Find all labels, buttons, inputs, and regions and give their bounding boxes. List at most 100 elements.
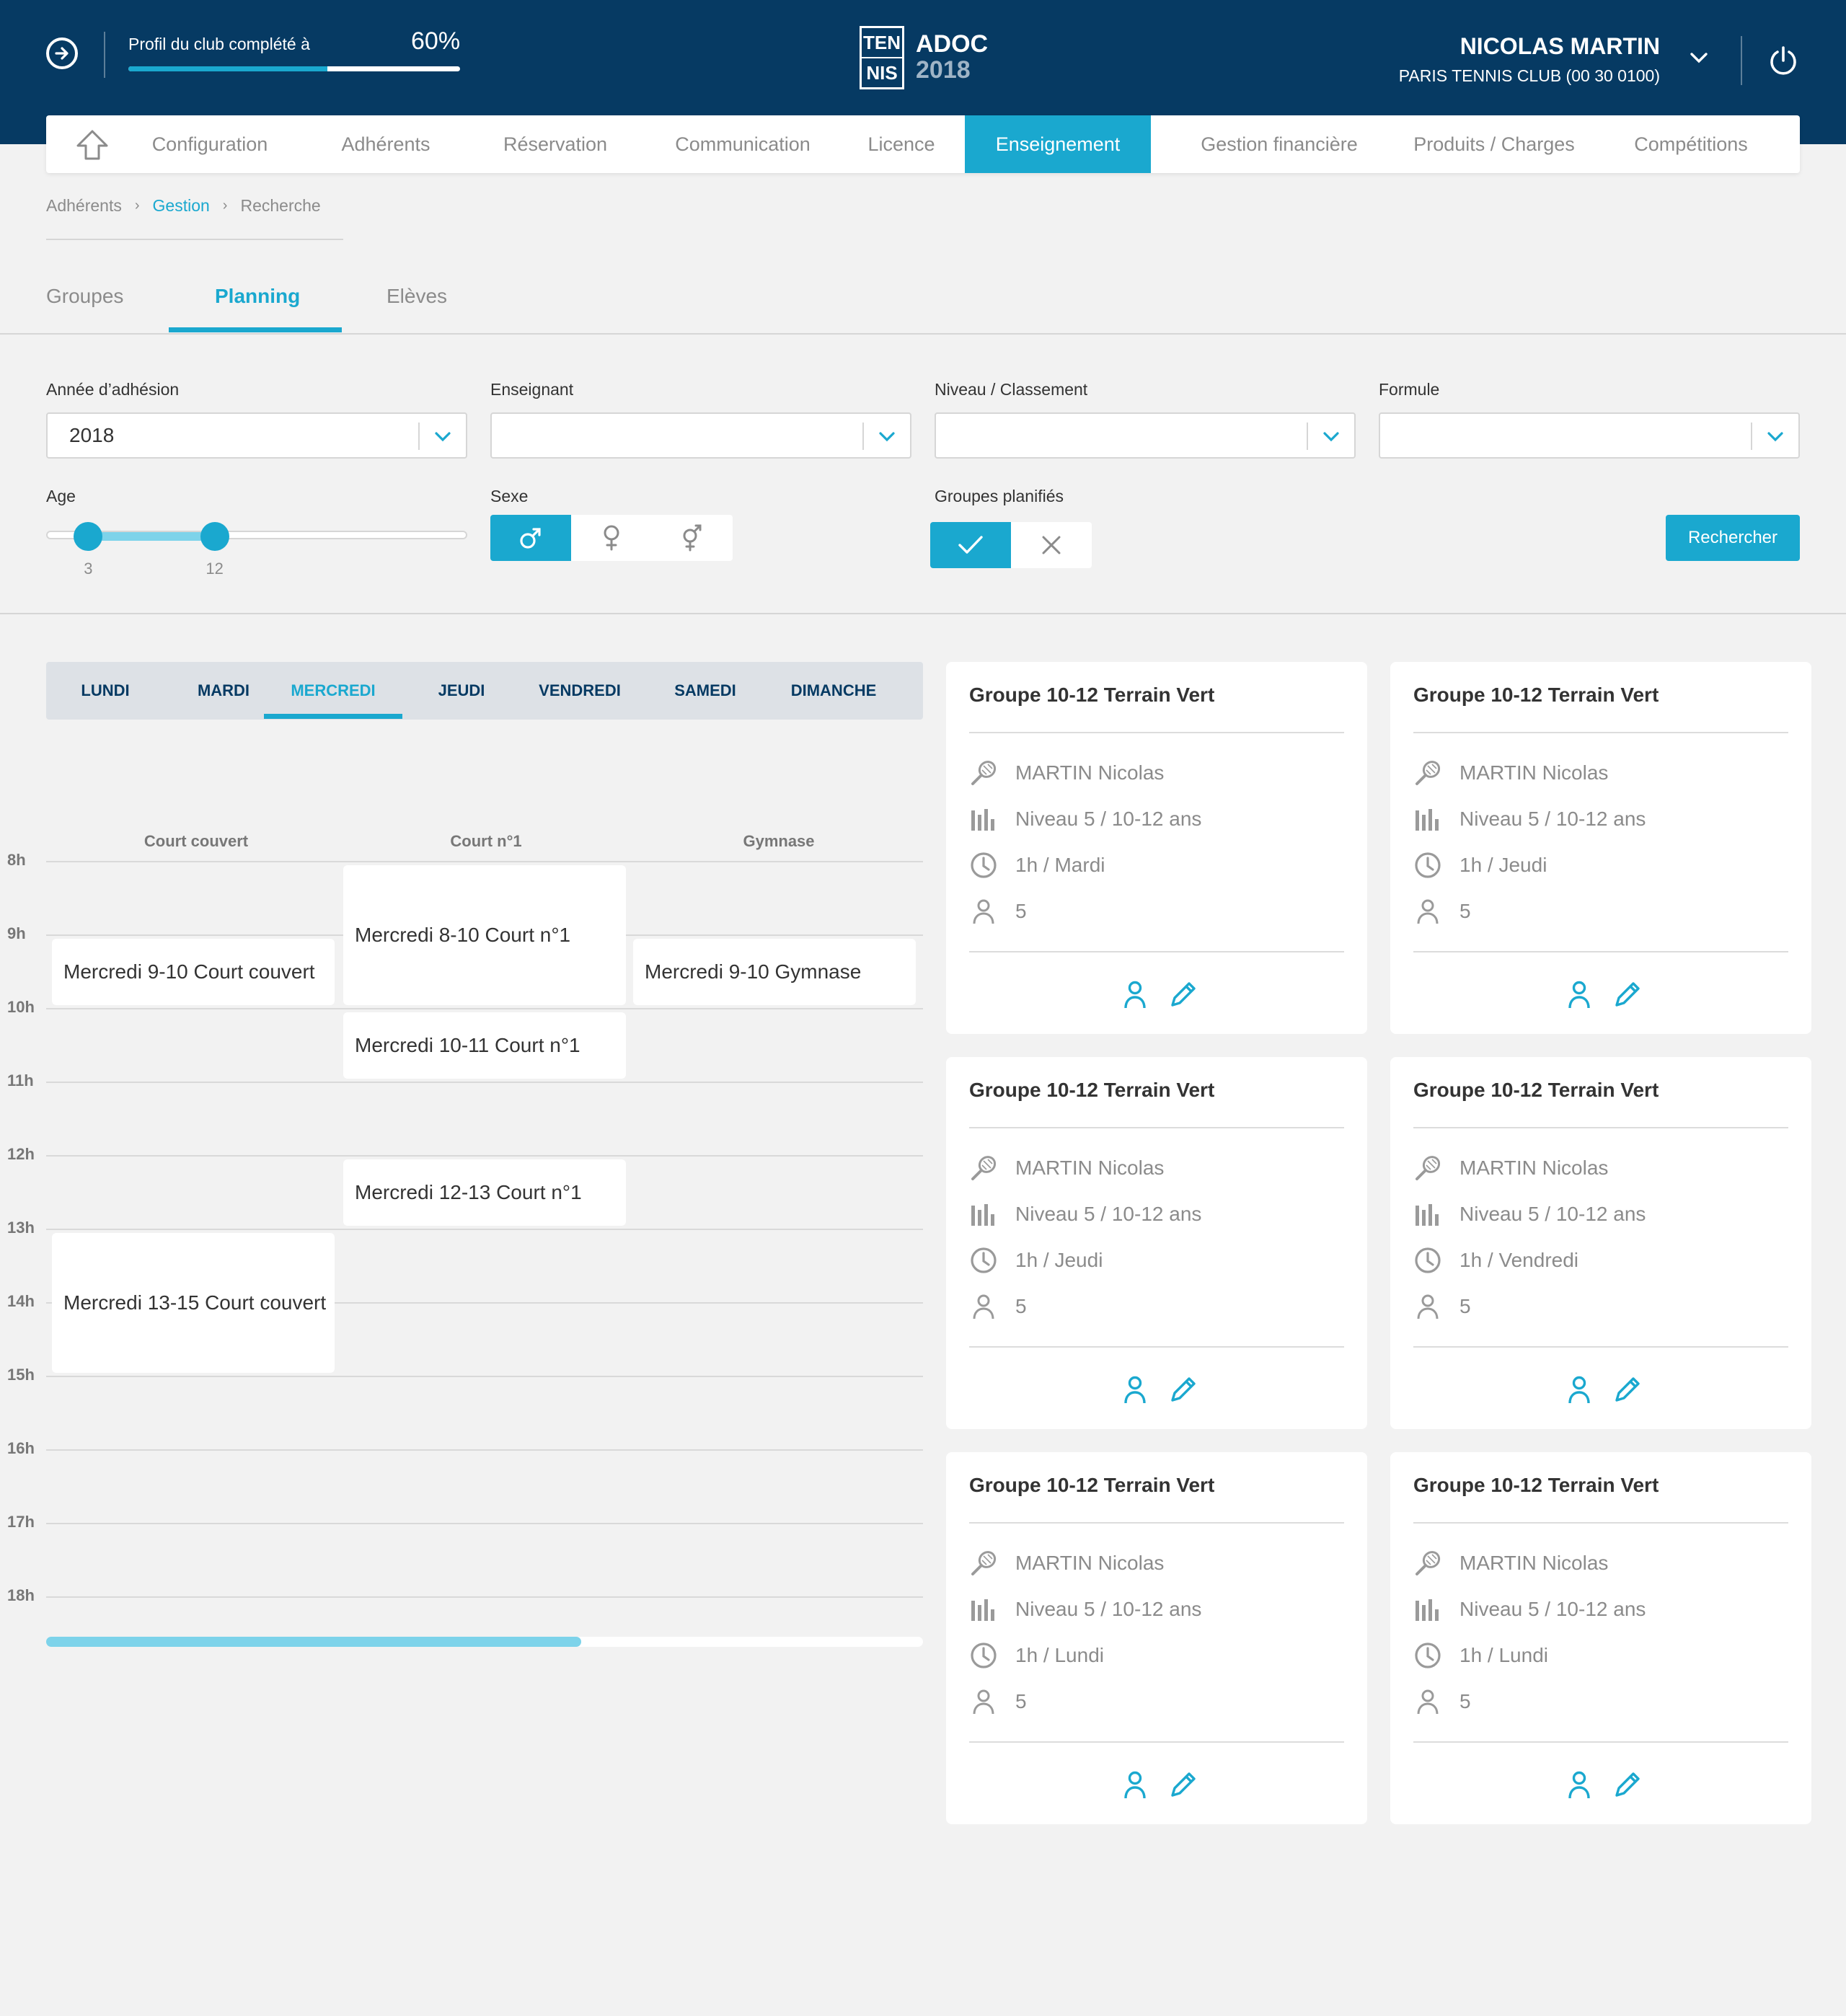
hour-label: 18h [7, 1586, 35, 1604]
group-teacher: MARTIN Nicolas [1459, 1157, 1609, 1179]
power-icon[interactable] [1768, 45, 1798, 80]
hour-label: 12h [7, 1145, 35, 1163]
hour-gridline [46, 1082, 923, 1083]
hour-label: 9h [7, 924, 26, 942]
group-title: Groupe 10-12 Terrain Vert [1413, 684, 1659, 706]
check-icon[interactable] [930, 522, 1011, 568]
schedule-event[interactable]: Mercredi 9-10 Gymnase [633, 939, 916, 1005]
hour-gridline [46, 861, 923, 862]
group-card: Groupe 10-12 Terrain Vert MARTIN Nicolas N… [946, 1452, 1367, 1824]
clock-icon [1413, 851, 1442, 880]
hour-label: 14h [7, 1292, 35, 1310]
hour-label: 16h [7, 1439, 35, 1457]
group-card: Groupe 10-12 Terrain Vert MARTIN Nicolas N… [946, 1057, 1367, 1429]
club-name: PARIS TENNIS CLUB (00 30 0100) [1398, 66, 1660, 85]
group-count: 5 [1015, 900, 1027, 922]
group-count: 5 [1015, 1690, 1027, 1712]
chevron-down-icon [1767, 432, 1783, 442]
schedule-scrollbar[interactable] [46, 1637, 923, 1647]
edit-pencil-icon[interactable] [1611, 979, 1643, 1014]
level-chart-icon [1413, 1595, 1442, 1624]
nav-competitions[interactable]: Compétitions [1608, 115, 1774, 173]
group-schedule: 1h / Jeudi [1459, 854, 1547, 876]
level-chart-icon [969, 1200, 998, 1229]
group-title: Groupe 10-12 Terrain Vert [969, 684, 1215, 706]
group-teacher: MARTIN Nicolas [1015, 1157, 1165, 1179]
nav-produits-charges[interactable]: Produits / Charges [1393, 115, 1595, 173]
person-icon [1413, 897, 1442, 926]
divider [969, 1741, 1344, 1743]
clock-icon [969, 1246, 998, 1275]
schedule-event[interactable]: Mercredi 10-11 Court n°1 [343, 1012, 626, 1079]
person-icon [1413, 1292, 1442, 1321]
group-card: Groupe 10-12 Terrain Vert MARTIN Nicolas N… [946, 662, 1367, 1034]
person-icon [969, 897, 998, 926]
members-icon[interactable] [1565, 979, 1594, 1014]
schedule-event[interactable]: Mercredi 9-10 Court couvert [52, 939, 335, 1005]
edit-pencil-icon[interactable] [1167, 979, 1198, 1014]
schedule-event[interactable]: Mercredi 12-13 Court n°1 [343, 1159, 626, 1226]
members-icon[interactable] [1121, 1769, 1149, 1805]
tennis-racket-icon [969, 1549, 998, 1578]
column-header: Gymnase [743, 832, 815, 850]
edit-pencil-icon[interactable] [1167, 1769, 1198, 1805]
niveau-select[interactable] [935, 412, 1356, 459]
divider [1413, 1741, 1788, 1743]
person-icon [969, 1687, 998, 1716]
tennis-racket-icon [1413, 1549, 1442, 1578]
members-icon[interactable] [1121, 979, 1149, 1014]
group-level: Niveau 5 / 10-12 ans [1015, 1203, 1202, 1225]
level-chart-icon [1413, 805, 1442, 834]
level-chart-icon [969, 1595, 998, 1624]
clock-icon [969, 851, 998, 880]
group-count: 5 [1459, 1690, 1471, 1712]
members-icon[interactable] [1565, 1374, 1594, 1410]
group-title: Groupe 10-12 Terrain Vert [969, 1474, 1215, 1496]
nav-enseignement[interactable]: Enseignement [965, 115, 1151, 173]
nav-gestion-financiere[interactable]: Gestion financière [1171, 115, 1387, 173]
formule-select[interactable] [1379, 412, 1800, 459]
group-count: 5 [1015, 1295, 1027, 1317]
group-level: Niveau 5 / 10-12 ans [1459, 1598, 1646, 1620]
chevron-down-icon[interactable] [1689, 50, 1709, 68]
niveau-label: Niveau / Classement [935, 380, 1088, 399]
edit-pencil-icon[interactable] [1611, 1374, 1643, 1410]
edit-pencil-icon[interactable] [1167, 1374, 1198, 1410]
hour-gridline [46, 1596, 923, 1598]
group-level: Niveau 5 / 10-12 ans [1015, 1598, 1202, 1620]
group-card: Groupe 10-12 Terrain Vert MARTIN Nicolas N… [1390, 1057, 1811, 1429]
hour-label: 13h [7, 1219, 35, 1237]
hour-label: 17h [7, 1513, 35, 1531]
divider [1413, 1346, 1788, 1348]
divider [1413, 732, 1788, 733]
members-icon[interactable] [1121, 1374, 1149, 1410]
members-icon[interactable] [1565, 1769, 1594, 1805]
clock-icon [1413, 1641, 1442, 1670]
group-level: Niveau 5 / 10-12 ans [1015, 808, 1202, 830]
tennis-racket-icon [1413, 1154, 1442, 1182]
close-icon[interactable] [1011, 522, 1092, 568]
group-count: 5 [1459, 900, 1471, 922]
schedule-scrollbar-thumb[interactable] [46, 1637, 581, 1647]
clock-icon [969, 1641, 998, 1670]
edit-pencil-icon[interactable] [1611, 1769, 1643, 1805]
schedule-event[interactable]: Mercredi 8-10 Court n°1 [343, 865, 626, 1005]
group-teacher: MARTIN Nicolas [1459, 1552, 1609, 1574]
formule-label: Formule [1379, 380, 1440, 399]
groupes-planifies-label: Groupes planifiés [935, 487, 1064, 505]
column-header: Court couvert [143, 832, 249, 850]
schedule-event[interactable]: Mercredi 13-15 Court couvert [52, 1233, 335, 1373]
divider [969, 1346, 1344, 1348]
divider [1413, 1522, 1788, 1524]
divider [969, 951, 1344, 952]
clock-icon [1413, 1246, 1442, 1275]
divider [1413, 1127, 1788, 1128]
divider [969, 732, 1344, 733]
group-schedule: 1h / Mardi [1015, 854, 1105, 876]
divider [969, 1127, 1344, 1128]
hour-gridline [46, 1523, 923, 1524]
rechercher-button[interactable]: Rechercher [1666, 515, 1800, 561]
hour-gridline [46, 1229, 923, 1230]
group-card: Groupe 10-12 Terrain Vert MARTIN Nicolas N… [1390, 662, 1811, 1034]
group-teacher: MARTIN Nicolas [1015, 761, 1165, 784]
